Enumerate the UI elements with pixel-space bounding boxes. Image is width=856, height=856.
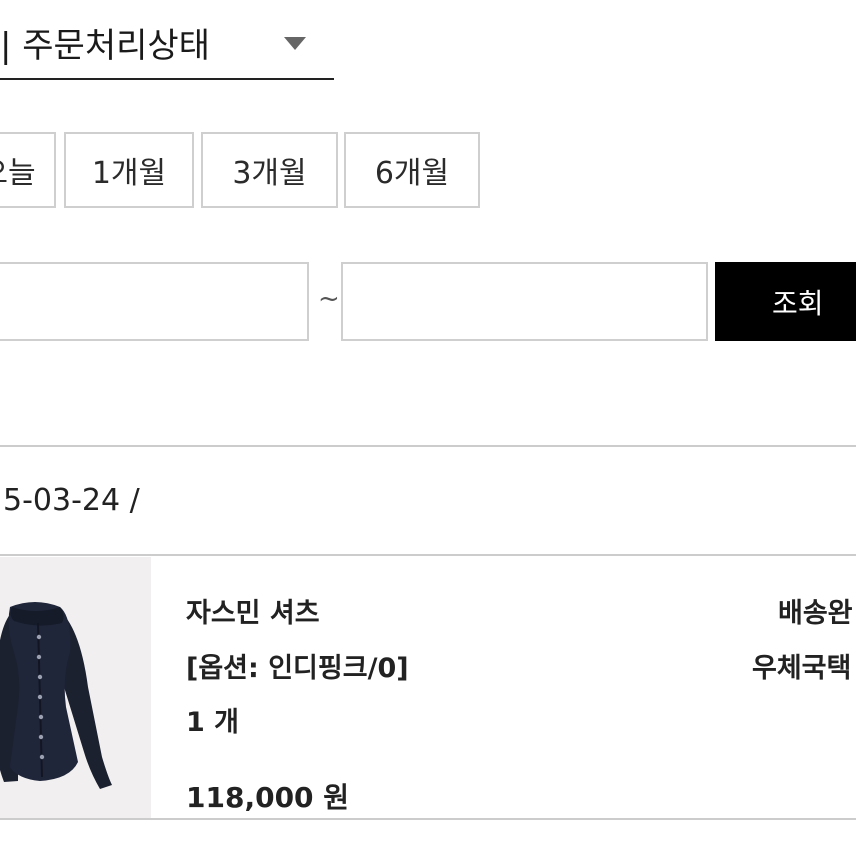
date-range-separator: ~ [318,284,340,314]
carrier-name[interactable]: 우체국택 [752,646,851,685]
period-button-3-months[interactable]: 3개월 [201,132,338,208]
product-price: 118,000 원 [186,781,350,814]
caret-down-icon [284,37,306,50]
search-button[interactable]: 조회 [715,262,856,341]
product-option: [옵션: 인디핑크/0] [186,653,409,684]
period-button-1-month[interactable]: 1개월 [64,132,194,208]
divider [0,818,856,820]
order-status-select-label: | 주문처리상태 [0,26,210,66]
order-status-select[interactable]: | 주문처리상태 [0,0,334,80]
divider [0,554,856,556]
start-date-input[interactable] [0,262,309,341]
delivery-status: 배송완 [778,598,853,629]
shirt-image [0,557,151,818]
product-thumbnail-image[interactable] [0,557,151,818]
period-button-6-months[interactable]: 6개월 [344,132,480,208]
product-name[interactable]: 자스민 셔츠 [186,591,320,630]
end-date-input[interactable] [341,262,708,341]
period-button-today[interactable]: 오늘 [0,132,56,208]
product-quantity: 1 개 [186,707,240,738]
divider [0,445,856,447]
order-date-label: 5-03-24 / [3,483,140,518]
